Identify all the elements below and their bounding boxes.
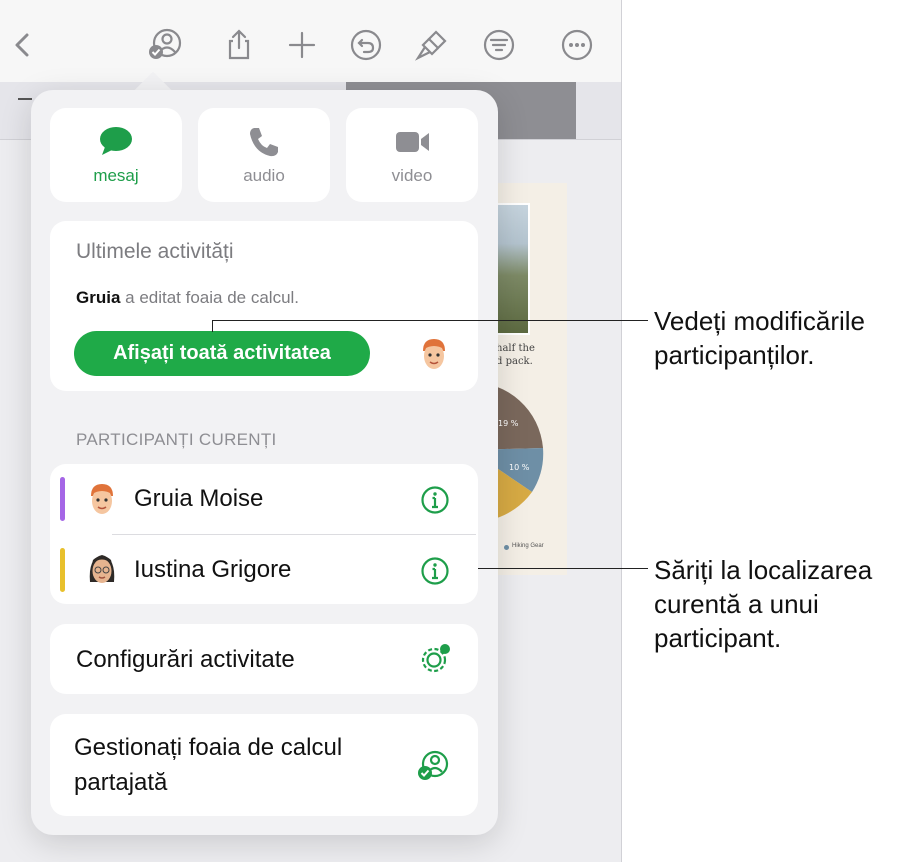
- activity-settings-gear-icon: [421, 644, 450, 673]
- message-label: mesaj: [93, 166, 139, 185]
- callout-leader-vertical: [212, 320, 213, 332]
- toolbar: [0, 0, 621, 82]
- pie-label: 19 %: [498, 419, 519, 428]
- edit-description: a editat foaia de calcul.: [125, 288, 300, 307]
- participant-name[interactable]: Gruia Moise: [134, 485, 263, 513]
- callout-jump-location: Săriți la localizarea curentă a unui par…: [654, 555, 873, 653]
- more-icon[interactable]: [558, 26, 596, 64]
- memoji-avatar: [91, 484, 113, 514]
- audio-label: audio: [243, 166, 285, 185]
- audio-button[interactable]: audio: [198, 108, 330, 202]
- participant-divider: [112, 534, 476, 535]
- callout-leader-line: [212, 320, 648, 321]
- activity-settings-label: Configurări activitate: [76, 646, 295, 673]
- info-icon[interactable]: [420, 485, 450, 515]
- format-brush-icon[interactable]: [413, 26, 451, 64]
- pie-label: 10 %: [509, 463, 530, 472]
- minus-icon: [18, 98, 32, 100]
- video-camera-icon: [396, 132, 429, 152]
- video-label: video: [391, 166, 433, 185]
- callout-leader-line: [478, 568, 648, 569]
- undo-icon[interactable]: [347, 26, 385, 64]
- video-button[interactable]: video: [346, 108, 478, 202]
- participant-name[interactable]: Iustina Grigore: [134, 556, 291, 584]
- message-button[interactable]: mesaj: [50, 108, 182, 202]
- back-chevron-icon[interactable]: [4, 26, 42, 64]
- participant-color-bar-purple: [60, 477, 65, 521]
- participant-color-bar-yellow: [60, 548, 65, 592]
- manage-collaboration-icon: [418, 750, 449, 780]
- editor-name: Gruia: [76, 288, 121, 307]
- recent-activity-entry: Gruia a editat foaia de calcul.: [76, 288, 299, 308]
- current-participants-header: PARTICIPANȚI CURENȚI: [76, 430, 277, 449]
- memoji-avatar: [423, 339, 445, 369]
- info-icon[interactable]: [420, 556, 450, 586]
- legend-swatch: [504, 545, 509, 550]
- memoji-avatar: [89, 555, 115, 583]
- share-icon[interactable]: [220, 26, 258, 64]
- phone-icon: [250, 128, 278, 157]
- show-all-activity-button[interactable]: Afișați toată activitatea: [74, 331, 370, 376]
- manage-shared-label: Gestionați foaia de calcul partajată: [74, 734, 343, 796]
- callout-see-changes: Vedeți modificările participanților.: [654, 306, 865, 370]
- document-caption: half the d pack.: [496, 343, 535, 367]
- collaboration-icon[interactable]: [146, 26, 184, 64]
- screenshot: { "communication": { "message_label": "m…: [0, 0, 912, 862]
- message-bubble-icon: [100, 127, 132, 155]
- organize-filter-icon[interactable]: [480, 26, 518, 64]
- recent-activity-title: Ultimele activități: [76, 240, 234, 263]
- legend-label: Hiking Gear: [512, 543, 544, 549]
- add-icon[interactable]: [283, 26, 321, 64]
